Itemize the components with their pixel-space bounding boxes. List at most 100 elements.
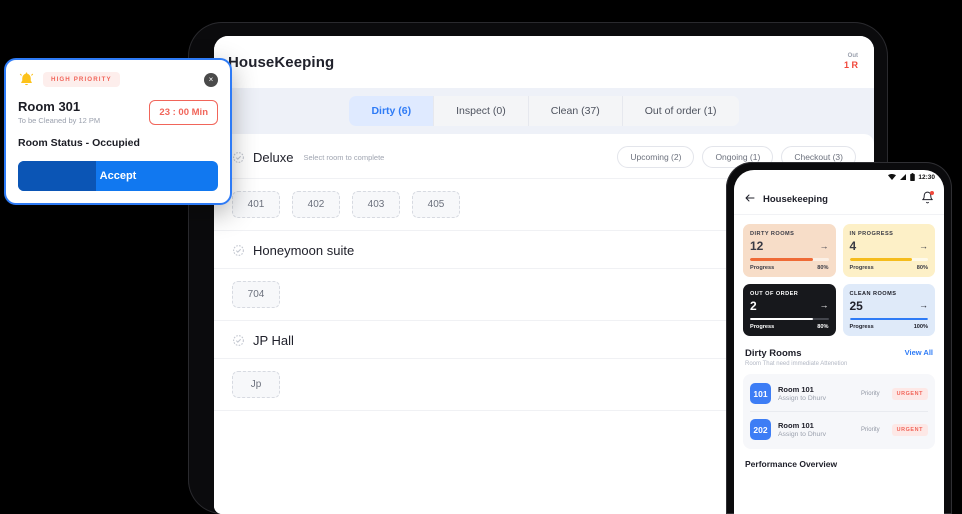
- notification-dot: [930, 190, 934, 195]
- bell-icon: [18, 71, 35, 88]
- dirty-rooms-titles: Dirty Rooms Room That need immediate Att…: [745, 348, 905, 367]
- progress-track: [750, 317, 829, 321]
- wifi-icon: [888, 173, 897, 183]
- stat-card-in-progress[interactable]: IN PROGRESS 4 → Progress 80%: [842, 224, 935, 277]
- tablet-title-bar: HouseKeeping Out 1 R: [214, 36, 874, 88]
- progress-value: 80%: [817, 324, 829, 331]
- progress-value: 100%: [913, 324, 928, 331]
- stat-value: 4: [849, 239, 857, 253]
- out-of-order-label: Out: [847, 53, 858, 60]
- priority-label: Priority: [860, 426, 880, 433]
- stat-value-row: 2 →: [750, 300, 829, 312]
- group-subtitle-deluxe: Select room to complete: [303, 152, 385, 162]
- phone-page-title: Housekeeping: [763, 194, 828, 205]
- accept-button-label: Accept: [99, 170, 137, 182]
- accept-button[interactable]: Accept: [18, 161, 218, 191]
- status-badge: URGENT: [891, 423, 928, 436]
- notification-card-header: HIGH PRIORITY ×: [18, 71, 218, 88]
- list-item[interactable]: 101 Room 101 Assign to Dhurv Priority UR…: [750, 376, 928, 411]
- stat-value-row: 12 →: [750, 240, 829, 252]
- accept-progress-fill: [18, 161, 96, 191]
- arrow-right-icon[interactable]: →: [919, 241, 928, 251]
- check-circle-icon: [232, 151, 245, 164]
- stat-footer: Progress 80%: [850, 265, 929, 271]
- notification-room-line: Room 301 To be Cleaned by 12 PM 23 : 00 …: [18, 99, 218, 125]
- list-item-texts: Room 101 Assign to Dhurv: [778, 421, 854, 438]
- page-title: HouseKeeping: [228, 53, 335, 71]
- tab-inspect[interactable]: Inspect (0): [434, 96, 529, 126]
- stat-value: 2: [750, 298, 757, 313]
- out-of-order-value: 1 R: [843, 60, 858, 71]
- stat-footer: Progress 80%: [750, 265, 829, 271]
- tab-group: Dirty (6) Inspect (0) Clean (37) Out of …: [349, 96, 739, 126]
- stat-card-clean-rooms[interactable]: CLEAN ROOMS 25 → Progress 100%: [842, 283, 935, 337]
- notification-room-status: Room Status - Occupied: [18, 137, 140, 149]
- arrow-right-icon[interactable]: →: [820, 241, 829, 251]
- group-name-honeymoon-suite: Honeymoon suite: [253, 243, 355, 258]
- room-chip-jp[interactable]: Jp: [232, 371, 280, 398]
- progress-value: 80%: [916, 264, 928, 271]
- group-name-jp-hall: JP Hall: [253, 333, 294, 348]
- status-badge: URGENT: [891, 387, 928, 400]
- check-circle-icon: [232, 334, 245, 347]
- performance-overview-title: Performance Overview: [745, 459, 838, 470]
- status-time: 12:30: [918, 174, 935, 181]
- list-item-assignee: Assign to Dhurv: [778, 431, 826, 439]
- notification-bell-icon[interactable]: [921, 190, 934, 209]
- dirty-rooms-title: Dirty Rooms: [745, 348, 802, 360]
- phone-app-bar: Housekeeping: [734, 185, 944, 215]
- progress-fill: [849, 317, 928, 321]
- room-chip-402[interactable]: 402: [292, 191, 340, 218]
- arrow-right-icon[interactable]: →: [919, 301, 928, 310]
- tab-out-of-order[interactable]: Out of order (1): [622, 96, 739, 126]
- progress-fill: [750, 317, 813, 321]
- room-chip-405[interactable]: 405: [412, 191, 460, 218]
- progress-label: Progress: [849, 324, 874, 331]
- stat-label: DIRTY ROOMS: [750, 231, 795, 237]
- stat-label: IN PROGRESS: [849, 231, 894, 237]
- stat-label: OUT OF ORDER: [750, 290, 799, 297]
- progress-label: Progress: [849, 264, 874, 271]
- notification-room-deadline: To be Cleaned by 12 PM: [18, 116, 101, 125]
- progress-track: [849, 317, 928, 321]
- view-all-link[interactable]: View All: [905, 348, 933, 357]
- close-icon[interactable]: ×: [204, 72, 218, 87]
- stat-value-row: 25 →: [850, 300, 929, 312]
- notification-room-texts: Room 301 To be Cleaned by 12 PM: [18, 99, 100, 125]
- stat-value: 12: [750, 239, 764, 253]
- phone-status-bar: 12:30: [734, 170, 944, 185]
- room-number-badge: 202: [750, 419, 771, 441]
- list-item[interactable]: 202 Room 101 Assign to Dhurv Priority UR…: [750, 411, 928, 447]
- notification-card: HIGH PRIORITY × Room 301 To be Cleaned b…: [4, 58, 232, 205]
- filter-pill-upcoming[interactable]: Upcoming (2): [617, 146, 695, 168]
- group-name-deluxe: Deluxe: [253, 149, 294, 165]
- battery-icon: [910, 172, 916, 183]
- stat-value-row: 4 →: [850, 240, 929, 252]
- progress-track: [750, 258, 829, 261]
- room-chip-401[interactable]: 401: [232, 191, 280, 218]
- notification-room-name: Room 301: [18, 99, 81, 114]
- stat-footer: Progress 80%: [750, 324, 829, 330]
- progress-fill: [750, 258, 813, 261]
- tab-bar: Dirty (6) Inspect (0) Clean (37) Out of …: [214, 88, 874, 134]
- tab-clean[interactable]: Clean (37): [528, 96, 623, 126]
- progress-fill: [849, 258, 913, 261]
- room-chip-704[interactable]: 704: [232, 281, 280, 308]
- progress-value: 80%: [817, 264, 829, 271]
- progress-track: [849, 258, 928, 261]
- check-circle-icon: [232, 244, 245, 257]
- list-item-room-name: Room 101: [778, 385, 814, 395]
- stat-card-out-of-order[interactable]: OUT OF ORDER 2 → Progress 80%: [743, 283, 836, 337]
- progress-label: Progress: [750, 264, 775, 271]
- tab-dirty[interactable]: Dirty (6): [349, 96, 435, 126]
- arrow-right-icon[interactable]: →: [820, 301, 829, 310]
- room-chip-403[interactable]: 403: [352, 191, 400, 218]
- list-item-assignee: Assign to Dhurv: [778, 395, 826, 403]
- stat-card-dirty-rooms[interactable]: DIRTY ROOMS 12 → Progress 80%: [743, 224, 836, 277]
- room-number-badge: 101: [750, 383, 771, 405]
- priority-label: Priority: [860, 390, 880, 397]
- stat-label: CLEAN ROOMS: [849, 290, 897, 297]
- back-arrow-icon[interactable]: [744, 191, 756, 209]
- high-priority-badge: HIGH PRIORITY: [43, 72, 120, 87]
- stat-footer: Progress 100%: [850, 324, 929, 330]
